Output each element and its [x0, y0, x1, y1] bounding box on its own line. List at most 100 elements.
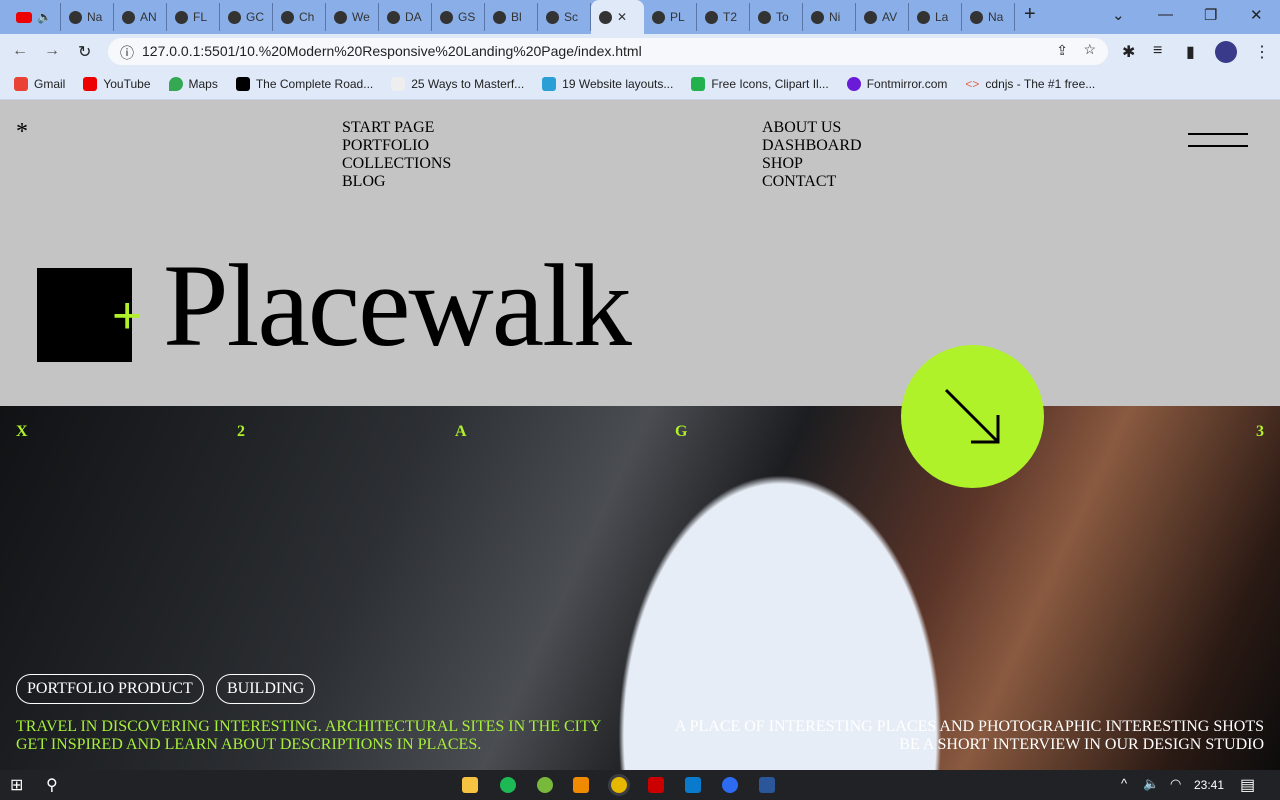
minimize-button[interactable]: —	[1158, 6, 1173, 23]
globe-icon	[228, 10, 241, 24]
volume-icon[interactable]: 🔈	[1143, 776, 1159, 792]
globe-icon	[175, 10, 188, 24]
nav-collections[interactable]: COLLECTIONS	[342, 155, 451, 173]
tab-label: We	[352, 10, 370, 24]
bookmark-label: 19 Website layouts...	[562, 76, 674, 91]
tab-active[interactable]: ✕	[591, 0, 644, 34]
share-icon[interactable]: ⇪	[1056, 42, 1068, 59]
tab-search-icon[interactable]: ⌄	[1112, 6, 1125, 24]
extensions-icon[interactable]: ✱	[1122, 42, 1135, 62]
close-window-button[interactable]: ✕	[1250, 6, 1263, 24]
medium-icon	[235, 76, 250, 91]
tab[interactable]: AN	[114, 3, 167, 31]
tab-strip: 🔈 Na AN FL GC Ch We DA GS Bl Sc ✕ PL T2 …	[0, 0, 1280, 34]
nav-contact[interactable]: CONTACT	[762, 173, 862, 191]
tab[interactable]: GS	[432, 3, 485, 31]
tab[interactable]: T2	[697, 3, 750, 31]
tab[interactable]: GC	[220, 3, 273, 31]
landing-page: * START PAGE PORTFOLIO COLLECTIONS BLOG …	[0, 101, 1280, 770]
tab[interactable]: Ni	[803, 3, 856, 31]
bookmarks-bar: Gmail YouTube Maps The Complete Road... …	[0, 68, 1280, 100]
icons-icon	[691, 76, 706, 91]
wifi-icon[interactable]: ◠	[1170, 776, 1181, 792]
tab-label: Na	[988, 10, 1004, 24]
scroll-down-button[interactable]	[901, 345, 1044, 488]
restore-button[interactable]: ❐	[1204, 6, 1217, 24]
bookmark[interactable]: Free Icons, Clipart Il...	[691, 76, 829, 91]
reload-icon[interactable]: ↻	[78, 42, 91, 62]
bird-icon	[542, 76, 557, 91]
tab[interactable]: La	[909, 3, 962, 31]
bookmark-gmail[interactable]: Gmail	[14, 76, 65, 91]
hamburger-menu-icon[interactable]	[1188, 133, 1248, 147]
tab-label: DA	[405, 10, 422, 24]
side-panel-icon[interactable]: ▮	[1186, 42, 1195, 62]
spotify-icon[interactable]	[500, 777, 516, 793]
hero-letter: 3	[1256, 423, 1264, 440]
address-bar[interactable]: ⓘ 127.0.0.1:5501/10.%20Modern%20Responsiv…	[108, 38, 1108, 65]
tab-label: Bl	[511, 10, 522, 24]
bookmark-label: cdnjs - The #1 free...	[985, 76, 1096, 91]
zoom-icon[interactable]	[722, 777, 738, 793]
hero-right-text: A PLACE OF INTERESTING PLACES AND PHOTOG…	[675, 718, 1264, 754]
globe-icon	[811, 10, 824, 24]
tab[interactable]: Sc	[538, 3, 591, 31]
tab[interactable]: PL	[644, 3, 697, 31]
building-button[interactable]: BUILDING	[216, 674, 316, 704]
file-explorer-icon[interactable]	[462, 777, 478, 793]
tab-label: PL	[670, 10, 685, 24]
tab[interactable]: Na	[962, 3, 1015, 31]
search-icon[interactable]: ⚲	[46, 775, 58, 795]
menu-icon[interactable]: ⋮	[1254, 42, 1270, 62]
bookmark[interactable]: Fontmirror.com	[846, 76, 947, 91]
portfolio-product-button[interactable]: PORTFOLIO PRODUCT	[16, 674, 204, 704]
bookmark[interactable]: 19 Website layouts...	[542, 76, 674, 91]
tab[interactable]: To	[750, 3, 803, 31]
back-icon[interactable]: ←	[12, 42, 28, 60]
word-icon[interactable]	[759, 777, 775, 793]
tab[interactable]: FL	[167, 3, 220, 31]
tab[interactable]: Na	[61, 3, 114, 31]
tab[interactable]: DA	[379, 3, 432, 31]
tab-youtube[interactable]: 🔈	[8, 3, 61, 31]
tab[interactable]: AV	[856, 3, 909, 31]
hero-letter: X	[16, 423, 28, 440]
tab[interactable]: We	[326, 3, 379, 31]
utorrent-icon[interactable]	[537, 777, 553, 793]
chrome-icon[interactable]	[611, 777, 627, 793]
tab-label: AV	[882, 10, 898, 24]
speaker-icon: 🔈	[37, 10, 52, 24]
bookmark[interactable]: The Complete Road...	[235, 76, 373, 91]
nav-dashboard[interactable]: DASHBOARD	[762, 137, 862, 155]
bookmark-youtube[interactable]: YouTube	[83, 76, 151, 91]
windows-start-icon[interactable]: ⊞	[10, 775, 23, 795]
clock[interactable]: 23:41	[1194, 778, 1224, 792]
text-line: GET INSPIRED AND LEARN ABOUT DESCRIPTION…	[16, 736, 482, 753]
nav-blog[interactable]: BLOG	[342, 173, 451, 191]
forward-icon[interactable]: →	[44, 42, 60, 60]
star-logo-icon[interactable]: *	[16, 119, 28, 146]
tab[interactable]: Ch	[273, 3, 326, 31]
nav-right: ABOUT US DASHBOARD SHOP CONTACT	[762, 119, 862, 191]
nav-start-page[interactable]: START PAGE	[342, 119, 451, 137]
hero-letter: G	[675, 423, 688, 440]
tray-chevron-icon[interactable]: ^	[1121, 776, 1127, 791]
bookmark[interactable]: 25 Ways to Masterf...	[391, 76, 524, 91]
media-icon[interactable]: ≡	[1153, 42, 1162, 60]
fontmirror-icon	[846, 76, 861, 91]
vscode-icon[interactable]	[685, 777, 701, 793]
avatar[interactable]	[1215, 41, 1237, 63]
bookmark[interactable]: <> cdnjs - The #1 free...	[965, 77, 1095, 91]
bookmark-star-icon[interactable]: ☆	[1083, 41, 1096, 58]
tab-label: T2	[723, 10, 738, 24]
nav-portfolio[interactable]: PORTFOLIO	[342, 137, 451, 155]
acrobat-icon[interactable]	[648, 777, 664, 793]
tab[interactable]: Bl	[485, 3, 538, 31]
nav-about-us[interactable]: ABOUT US	[762, 119, 862, 137]
vlc-icon[interactable]	[573, 777, 589, 793]
close-tab-icon[interactable]: ✕	[617, 10, 627, 24]
nav-shop[interactable]: SHOP	[762, 155, 862, 173]
notifications-icon[interactable]: ▤	[1240, 775, 1255, 795]
new-tab-button[interactable]: +	[1024, 3, 1036, 26]
bookmark-maps[interactable]: Maps	[168, 76, 218, 91]
